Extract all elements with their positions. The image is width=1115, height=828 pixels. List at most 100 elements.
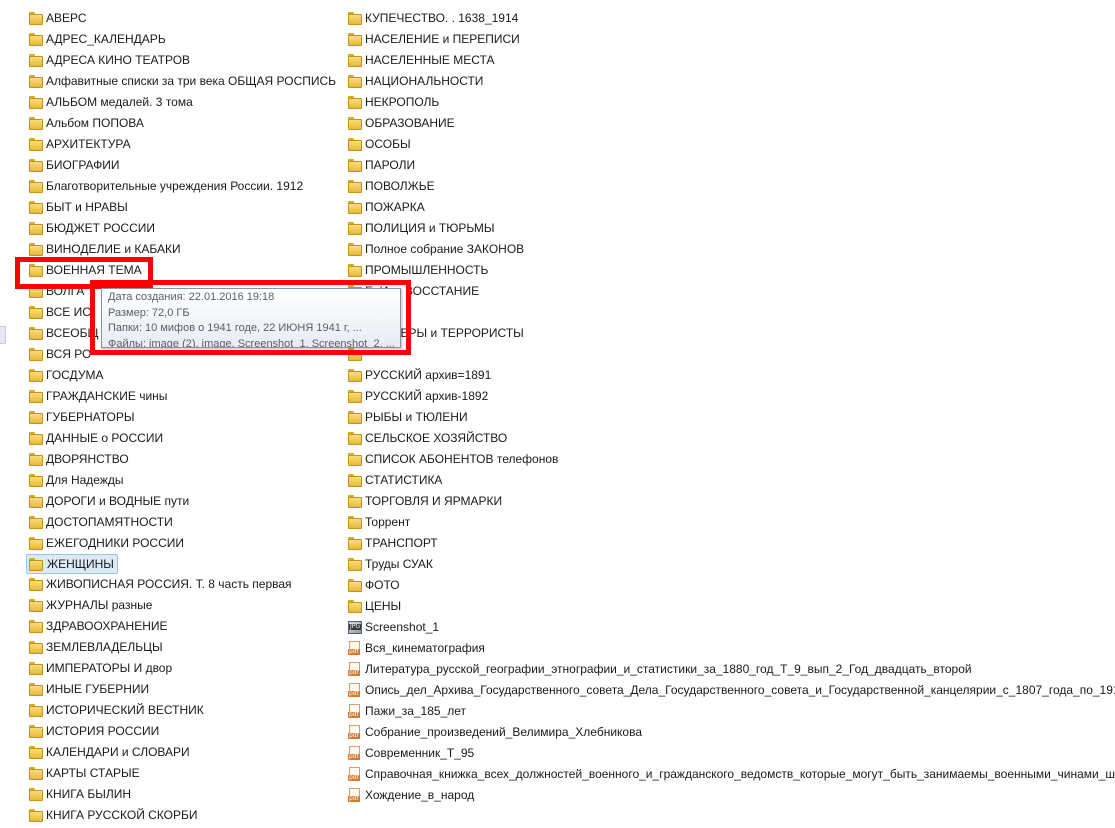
folder-item[interactable]: ПАРОЛИ [345, 155, 1115, 176]
folder-item[interactable]: СЕЛЬСКОЕ ХОЗЯЙСТВО [345, 428, 1115, 449]
file-item[interactable]: Современник_Т_95 [345, 743, 1115, 764]
file-item[interactable]: Опись_дел_Архива_Государственного_совета… [345, 680, 1115, 701]
folder-item[interactable]: ЖЕНЩИНЫ [26, 554, 118, 574]
folder-icon [29, 620, 43, 633]
folder-item[interactable]: Труды СУАК [345, 554, 1115, 575]
folder-icon [348, 537, 362, 550]
folder-item[interactable]: ТОРГОВЛЯ И ЯРМАРКИ [345, 491, 1115, 512]
folder-item[interactable]: Благотворительные учреждения России. 191… [26, 176, 344, 197]
folder-item[interactable]: БЮДЖЕТ РОССИИ [26, 218, 344, 239]
folder-icon [29, 809, 43, 822]
file-item[interactable]: Собрание_произведений_Велимира_Хлебников… [345, 722, 1115, 743]
folder-icon [29, 788, 43, 801]
folder-icon [29, 306, 43, 319]
folder-item[interactable]: КНИГА РУССКОЙ СКОРБИ [26, 805, 344, 826]
folder-item[interactable]: АВЕРС [26, 8, 344, 29]
folder-item[interactable]: ЖИВОПИСНАЯ РОССИЯ. Т. 8 часть первая [26, 574, 344, 595]
item-label: КНИГА РУССКОЙ СКОРБИ [46, 808, 198, 822]
item-label: ИСТОРИЧЕСКИЙ ВЕСТНИК [46, 703, 204, 717]
folder-item[interactable]: Торрент [345, 512, 1115, 533]
pdf-icon [348, 767, 362, 781]
folder-item[interactable]: ГРАЖДАНСКИЕ чины [26, 386, 344, 407]
item-label: ВСЕОБЩ [46, 326, 99, 340]
item-label: ПОЖАРКА [365, 200, 425, 214]
item-label: ПОВОЛЖЬЕ [365, 179, 435, 193]
folder-item[interactable]: ЗДРАВООХРАНЕНИЕ [26, 616, 344, 637]
folder-icon [348, 369, 362, 382]
folder-item[interactable]: ФОТО [345, 575, 1115, 596]
folder-item[interactable] [345, 344, 1115, 365]
folder-item[interactable]: КАЛЕНДАРИ и СЛОВАРИ [26, 742, 344, 763]
item-label: АЛЬБОМ медалей. 3 тома [46, 95, 193, 109]
file-item[interactable]: Литература_русской_географии_этнографии_… [345, 659, 1115, 680]
folder-item[interactable]: ПОЛИЦИЯ и ТЮРЬМЫ [345, 218, 1115, 239]
folder-item[interactable]: АДРЕСА КИНО ТЕАТРОВ [26, 50, 344, 71]
folder-item[interactable]: АРХИТЕКТУРА [26, 134, 344, 155]
folder-item[interactable]: ОСОБЫ [345, 134, 1115, 155]
folder-item[interactable]: ПРОМЫШЛЕННОСТЬ [345, 260, 1115, 281]
folder-item[interactable]: Алфавитные списки за три века ОБЩАЯ РОСП… [26, 71, 344, 92]
folder-item[interactable]: Полное собрание ЗАКОНОВ [345, 239, 1115, 260]
folder-icon [348, 432, 362, 445]
folder-icon [29, 264, 43, 277]
item-label: НЕКРОПОЛЬ [365, 95, 440, 109]
folder-item[interactable]: АЛЬБОМ медалей. 3 тома [26, 92, 344, 113]
item-label: Пажи_за_185_лет [365, 704, 467, 718]
folder-item[interactable]: РУССКИЙ архив=1891 [345, 365, 1115, 386]
tooltip-created: Дата создания: 22.01.2016 19:18 [108, 291, 275, 303]
folder-item[interactable]: Альбом ПОПОВА [26, 113, 344, 134]
folder-item[interactable]: Е. И. и ВОССТАНИЕ [345, 281, 1115, 302]
folder-item[interactable]: ДОСТОПАМЯТНОСТИ [26, 512, 344, 533]
folder-item[interactable]: ИСТОРИЧЕСКИЙ ВЕСТНИК [26, 700, 344, 721]
file-item[interactable]: Screenshot_1 [345, 617, 1115, 638]
item-label: КАРТЫ СТАРЫЕ [46, 766, 140, 780]
folder-item[interactable]: КУПЕЧЕСТВО. . 1638_1914 [345, 8, 1115, 29]
folder-item[interactable]: ТРАНСПОРТ [345, 533, 1115, 554]
folder-item[interactable]: СПИСОК АБОНЕНТОВ телефонов [345, 449, 1115, 470]
folder-item[interactable]: ДАННЫЕ о РОССИИ [26, 428, 344, 449]
file-item[interactable]: Хождение_в_народ [345, 785, 1115, 806]
file-item[interactable]: Справочная_книжка_всех_должностей_военно… [345, 764, 1115, 785]
folder-item[interactable]: НАЦИОНАЛЬНОСТИ [345, 71, 1115, 92]
folder-item[interactable]: ИНЫЕ ГУБЕРНИИ [26, 679, 344, 700]
folder-item[interactable]: КНИГА БЫЛИН [26, 784, 344, 805]
folder-item[interactable]: ЦЕНЫ [345, 596, 1115, 617]
folder-item[interactable]: ПОВОЛЖЬЕ [345, 176, 1115, 197]
folder-item[interactable]: КАРТЫ СТАРЫЕ [26, 763, 344, 784]
folder-item[interactable]: БЫТ и НРАВЫ [26, 197, 344, 218]
folder-item[interactable]: ЗЕМЛЕВЛАДЕЛЬЦЫ [26, 637, 344, 658]
folder-icon [29, 75, 43, 88]
file-item[interactable]: Пажи_за_185_лет [345, 701, 1115, 722]
folder-icon [29, 390, 43, 403]
folder-item[interactable]: АДРЕС_КАЛЕНДАРЬ [26, 29, 344, 50]
file-item[interactable]: Вся_кинематография [345, 638, 1115, 659]
folder-item[interactable]: ЦИОНЕРЫ и ТЕРРОРИСТЫ [345, 323, 1115, 344]
folder-item[interactable]: РУССКИЙ архив-1892 [345, 386, 1115, 407]
folder-item[interactable]: ГУБЕРНАТОРЫ [26, 407, 344, 428]
item-label: КУПЕЧЕСТВО. . 1638_1914 [365, 11, 519, 25]
folder-item[interactable]: НАСЕЛЕННЫЕ МЕСТА [345, 50, 1115, 71]
folder-item[interactable]: НАСЕЛЕНИЕ и ПЕРЕПИСИ [345, 29, 1115, 50]
folder-icon [348, 12, 362, 25]
folder-item[interactable]: НЕКРОПОЛЬ [345, 92, 1115, 113]
folder-item[interactable]: ИСТОРИЯ РОССИИ [26, 721, 344, 742]
folder-item[interactable]: Для Надежды [26, 470, 344, 491]
item-label: Торрент [365, 515, 411, 529]
folder-item[interactable] [345, 302, 1115, 323]
folder-item[interactable]: БИОГРАФИИ [26, 155, 344, 176]
item-label: Для Надежды [46, 473, 124, 487]
folder-item[interactable]: ДВОРЯНСТВО [26, 449, 344, 470]
pdf-icon [348, 788, 362, 802]
folder-icon [29, 138, 43, 151]
folder-item[interactable]: ИМПЕРАТОРЫ И двор [26, 658, 344, 679]
folder-item[interactable]: ВИНОДЕЛИЕ и КАБАКИ [26, 239, 344, 260]
folder-item[interactable]: СТАТИСТИКА [345, 470, 1115, 491]
folder-item[interactable]: ЕЖЕГОДНИКИ РОССИИ [26, 533, 344, 554]
folder-item[interactable]: ЖУРНАЛЫ разные [26, 595, 344, 616]
folder-item[interactable]: ГОСДУМА [26, 365, 344, 386]
folder-item[interactable]: ПОЖАРКА [345, 197, 1115, 218]
folder-item[interactable]: ВОЕННАЯ ТЕМА [26, 260, 344, 281]
folder-item[interactable]: ДОРОГИ и ВОДНЫЕ пути [26, 491, 344, 512]
folder-item[interactable]: ОБРАЗОВАНИЕ [345, 113, 1115, 134]
folder-item[interactable]: РЫБЫ и ТЮЛЕНИ [345, 407, 1115, 428]
